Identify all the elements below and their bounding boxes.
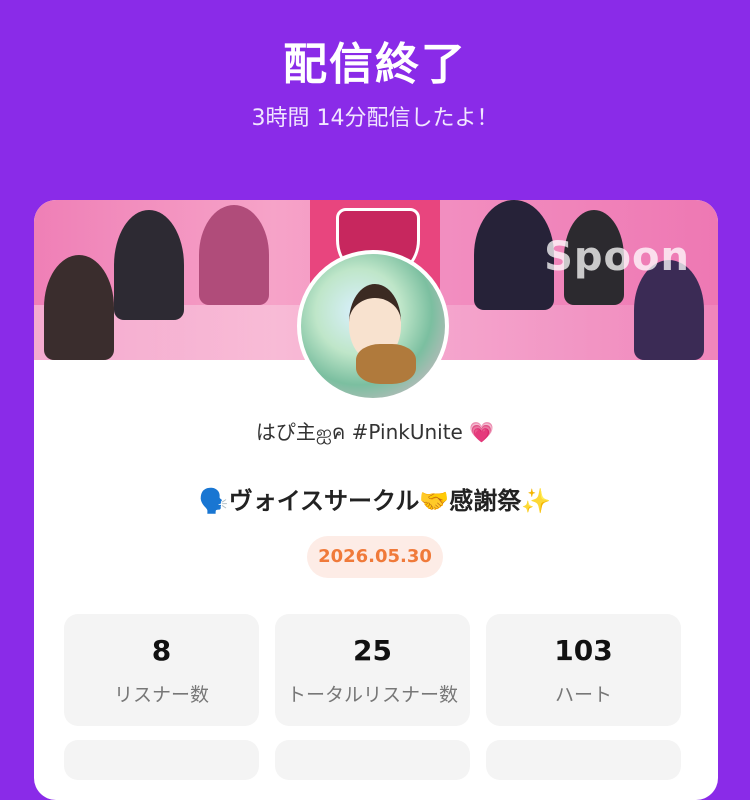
page-title: 配信終了: [283, 39, 467, 90]
avatar[interactable]: [297, 250, 449, 402]
heart-icon: 💗: [469, 420, 495, 444]
banner-character: [114, 210, 184, 320]
avatar-image: [301, 254, 445, 398]
banner-character: [474, 200, 554, 310]
stat-listeners: 8 リスナー数: [64, 614, 259, 726]
date-badge: 2026.05.30: [307, 536, 443, 578]
dj-name-text: はぴ主ஐค #PinkUnite: [255, 420, 463, 444]
avatar-cat: [356, 344, 416, 384]
stat-total-listeners: 25 トータルリスナー数: [275, 614, 470, 726]
banner-character: [199, 205, 269, 305]
stat-value: 103: [554, 634, 613, 667]
stream-title: 🗣️ヴォイスサークル🤝感謝祭✨: [198, 487, 552, 515]
stat-card-next-row: [486, 740, 681, 780]
stat-label: トータルリスナー数: [286, 684, 458, 706]
stat-hearts: 103 ハート: [486, 614, 681, 726]
stat-card-next-row: [275, 740, 470, 780]
stat-value: 8: [151, 634, 172, 667]
banner-character: [44, 255, 114, 360]
stat-card-next-row: [64, 740, 259, 780]
spoon-watermark: Spoon: [544, 234, 690, 280]
stat-label: ハート: [554, 684, 612, 706]
dj-name[interactable]: はぴ主ஐค #PinkUnite 💗: [0, 416, 750, 448]
stat-value: 25: [353, 634, 392, 667]
stream-duration: 3時間 14分配信したよ！: [251, 106, 499, 131]
stat-label: リスナー数: [113, 684, 209, 706]
